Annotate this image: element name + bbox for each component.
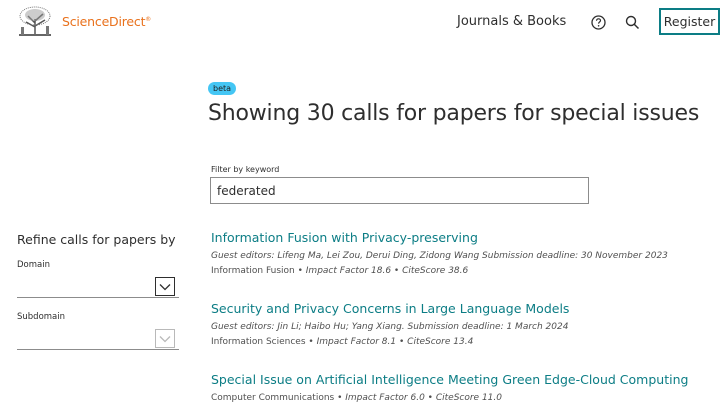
chevron-down-icon [159, 335, 171, 342]
journal-name: Information Sciences [211, 337, 306, 347]
result-meta: Information Fusion • Impact Factor 18.6 … [211, 266, 469, 276]
result-editors: Guest editors: Jin Li; Haibo Hu; Yang Xi… [211, 322, 569, 332]
impact-factor: Impact Factor 6.0 [345, 393, 425, 403]
brand-name[interactable]: ScienceDirect® [62, 14, 151, 29]
impact-factor: Impact Factor 8.1 [316, 337, 397, 347]
result-title-link[interactable]: Special Issue on Artificial Intelligence… [211, 372, 711, 387]
list-item: Special Issue on Artificial Intelligence… [211, 372, 711, 403]
result-meta: Information Sciences • Impact Factor 8.1… [211, 337, 474, 347]
list-item: Information Fusion with Privacy-preservi… [211, 230, 711, 276]
citescore: CiteScore 13.4 [407, 337, 474, 347]
journal-name: Computer Communications [211, 393, 335, 403]
elsevier-tree-logo[interactable] [16, 5, 54, 38]
list-item: Security and Privacy Concerns in Large L… [211, 301, 711, 347]
result-meta: Computer Communications • Impact Factor … [211, 393, 502, 403]
result-title-link[interactable]: Security and Privacy Concerns in Large L… [211, 301, 711, 316]
refine-heading: Refine calls for papers by [17, 232, 176, 247]
journal-name: Information Fusion [211, 266, 295, 276]
help-icon[interactable] [591, 15, 606, 30]
journals-books-link[interactable]: Journals & Books [457, 14, 566, 29]
subdomain-label: Subdomain [17, 312, 66, 322]
search-icon[interactable] [625, 15, 640, 30]
result-title-link[interactable]: Information Fusion with Privacy-preservi… [211, 230, 711, 245]
keyword-filter-input[interactable] [210, 177, 589, 204]
citescore: CiteScore 38.6 [402, 266, 469, 276]
result-editors: Guest editors: Lifeng Ma, Lei Zou, Derui… [211, 251, 668, 261]
subdomain-dropdown-button[interactable] [155, 329, 175, 348]
register-button[interactable]: Register [659, 8, 720, 35]
beta-badge: beta [208, 82, 237, 95]
chevron-down-icon [159, 283, 171, 290]
page-title: Showing 30 calls for papers for special … [208, 101, 700, 126]
domain-select[interactable] [17, 274, 179, 298]
filter-label: Filter by keyword [211, 165, 280, 174]
domain-label: Domain [17, 260, 50, 270]
domain-dropdown-button[interactable] [155, 277, 175, 296]
subdomain-select[interactable] [17, 326, 179, 350]
impact-factor: Impact Factor 18.6 [305, 266, 392, 276]
citescore: CiteScore 11.0 [435, 393, 502, 403]
